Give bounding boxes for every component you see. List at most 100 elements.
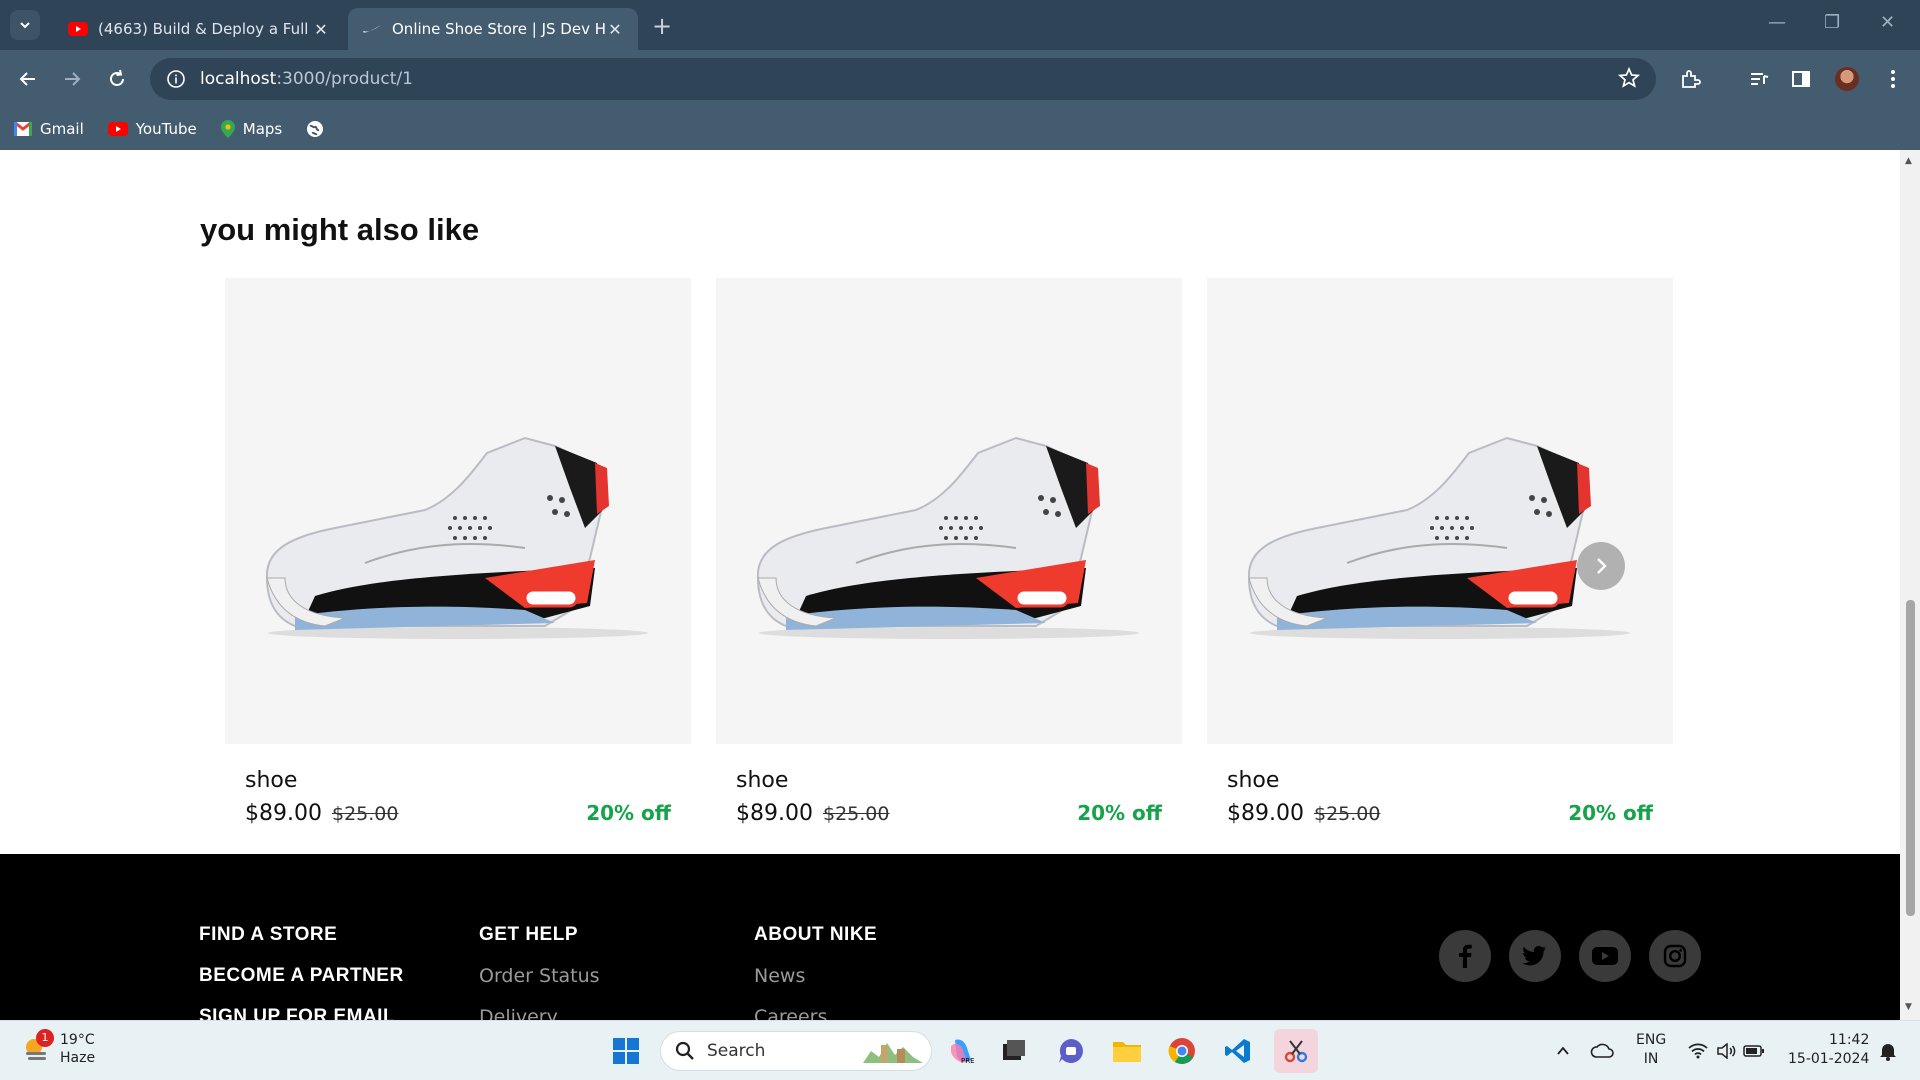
copilot-icon[interactable]: PRE (944, 1033, 980, 1069)
vscode-icon[interactable] (1220, 1033, 1256, 1069)
close-icon[interactable]: ✕ (606, 20, 624, 39)
product-card[interactable]: shoe $89.00 $25.00 20% off (225, 278, 691, 826)
bookmarks-bar: Gmail YouTube Maps (0, 108, 1920, 150)
extensions-icon[interactable] (1676, 65, 1704, 93)
search-highlight-image (863, 1043, 923, 1063)
chrome-icon[interactable] (1164, 1033, 1200, 1069)
url-text: localhost:3000/product/1 (200, 69, 413, 89)
footer-link-find-store[interactable]: FIND A STORE (199, 924, 404, 947)
chevron-down-icon (20, 22, 30, 29)
section-title: you might also like (200, 212, 480, 247)
product-price: $89.00 (245, 801, 322, 826)
reload-icon (110, 69, 124, 86)
close-icon[interactable]: ✕ (312, 20, 330, 39)
info-icon (167, 70, 185, 88)
snipping-tool-icon[interactable] (1274, 1029, 1318, 1073)
windows-start-icon[interactable] (608, 1033, 644, 1069)
shoe-image (265, 436, 648, 639)
youtube-button[interactable] (1579, 930, 1631, 982)
restore-icon[interactable]: ❐ (1824, 12, 1840, 33)
side-panel-icon[interactable] (1787, 65, 1815, 93)
footer-link-signup-email[interactable]: SIGN UP FOR EMAIL (199, 1006, 404, 1020)
nike-swoosh-icon (363, 25, 381, 33)
price-row: $89.00 $25.00 20% off (245, 801, 671, 826)
product-name: shoe (245, 768, 298, 793)
bookmark-youtube[interactable]: YouTube (107, 120, 197, 138)
close-window-icon[interactable]: ✕ (1880, 12, 1895, 33)
weather-widget[interactable]: 1 19°C Haze (22, 1029, 95, 1067)
tab-shoe-store[interactable]: Online Shoe Store | JS Dev Hind ✕ (348, 8, 638, 50)
scroll-down-icon[interactable]: ▼ (1905, 1002, 1912, 1012)
footer-link-order-status[interactable]: Order Status (479, 965, 600, 988)
product-image[interactable] (225, 278, 691, 744)
footer-link-news[interactable]: News (754, 965, 877, 988)
footer-link-delivery[interactable]: Delivery (479, 1006, 600, 1020)
carousel-next-button[interactable] (1577, 542, 1625, 590)
discount-badge: 20% off (1077, 801, 1162, 825)
youtube-icon (107, 122, 128, 136)
file-explorer-icon[interactable] (1109, 1033, 1145, 1069)
menu-kebab-icon[interactable] (1879, 65, 1907, 93)
bookmark-gmail[interactable]: Gmail (14, 120, 84, 138)
footer-link-become-partner[interactable]: BECOME A PARTNER (199, 965, 404, 988)
facebook-button[interactable] (1439, 930, 1491, 982)
globe-icon (307, 121, 324, 137)
gmail-icon (14, 122, 32, 136)
original-price: $25.00 (822, 803, 890, 825)
tab-title: (4663) Build & Deploy a Full Sta (98, 20, 312, 38)
tab-search-button[interactable] (10, 10, 40, 40)
arrow-right-icon (65, 72, 81, 86)
scroll-thumb[interactable] (1906, 600, 1915, 916)
taskbar-search[interactable]: Search (660, 1031, 932, 1071)
forward-button[interactable] (58, 65, 86, 93)
scroll-up-icon[interactable]: ▲ (1905, 156, 1912, 166)
minimize-icon[interactable]: — (1768, 12, 1786, 33)
onedrive-icon[interactable] (1584, 1033, 1620, 1069)
product-image[interactable] (716, 278, 1182, 744)
arrow-left-icon (19, 72, 35, 86)
teams-chat-icon[interactable] (1053, 1033, 1089, 1069)
battery-icon[interactable] (1736, 1033, 1772, 1069)
footer-col-about: ABOUT NIKE News Careers (754, 924, 877, 1020)
discount-badge: 20% off (1568, 801, 1653, 825)
footer-col-primary: FIND A STORE BECOME A PARTNER SIGN UP FO… (199, 924, 404, 1020)
bookmark-maps[interactable]: Maps (220, 120, 282, 138)
reload-button[interactable] (103, 65, 131, 93)
back-button[interactable] (14, 65, 42, 93)
chevron-up-icon[interactable] (1545, 1033, 1581, 1069)
twitter-icon (1523, 946, 1546, 966)
discount-badge: 20% off (586, 801, 671, 825)
footer-heading-about: ABOUT NIKE (754, 924, 878, 945)
address-bar[interactable]: localhost:3000/product/1 (150, 58, 1656, 100)
price-row: $89.00 $25.00 20% off (1227, 801, 1653, 826)
shoe-image (756, 436, 1139, 639)
twitter-button[interactable] (1509, 930, 1561, 982)
chevron-right-icon (1597, 558, 1607, 574)
tab-title: Online Shoe Store | JS Dev Hind (392, 20, 606, 38)
notification-bell-icon[interactable] (1870, 1033, 1906, 1069)
footer-link-careers[interactable]: Careers (754, 1006, 877, 1020)
maps-icon (220, 120, 235, 138)
product-image[interactable] (1207, 278, 1673, 744)
page-scrollbar[interactable]: ▲ ▼ (1900, 150, 1920, 1020)
product-name: shoe (736, 768, 789, 793)
weather-badge: 1 (36, 1029, 54, 1047)
task-view-icon[interactable] (996, 1033, 1032, 1069)
bookmark-globe[interactable] (306, 120, 324, 138)
tab-strip: (4663) Build & Deploy a Full Sta ✕ Onlin… (0, 0, 1920, 50)
avatar[interactable] (1833, 65, 1861, 93)
product-card[interactable]: shoe $89.00 $25.00 20% off (716, 278, 1182, 826)
tab-youtube-video[interactable]: (4663) Build & Deploy a Full Sta ✕ (54, 8, 344, 50)
new-tab-button[interactable]: + (652, 12, 672, 40)
facebook-icon (1459, 944, 1472, 968)
clock[interactable]: 11:42 15-01-2024 (1788, 1031, 1869, 1069)
bookmark-star-icon[interactable] (1617, 66, 1641, 93)
product-price: $89.00 (1227, 801, 1304, 826)
product-name: shoe (1227, 768, 1280, 793)
svg-text:PRE: PRE (961, 1057, 975, 1065)
instagram-button[interactable] (1649, 930, 1701, 982)
original-price: $25.00 (1313, 803, 1381, 825)
language-indicator[interactable]: ENG IN (1636, 1031, 1666, 1069)
site-footer: FIND A STORE BECOME A PARTNER SIGN UP FO… (0, 854, 1900, 1020)
media-control-icon[interactable] (1745, 65, 1773, 93)
